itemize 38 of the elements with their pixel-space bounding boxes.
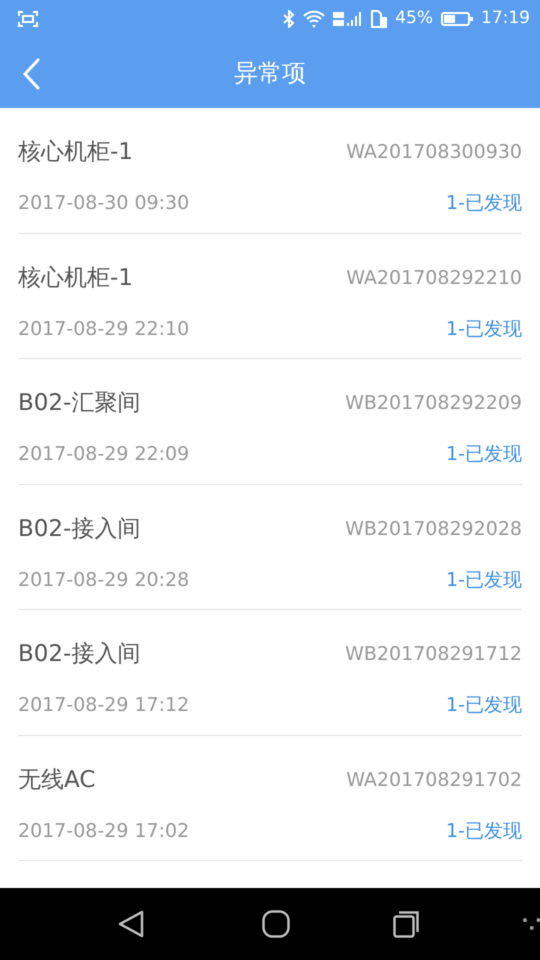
record-code: WA201708291702 (346, 768, 522, 792)
record-status: 1-已发现 (446, 818, 522, 844)
record-status: 1-已发现 (446, 568, 522, 592)
record-code: WA201708292210 (346, 266, 522, 290)
battery-percent: 45% (395, 7, 433, 30)
record-code: WB201708292028 (345, 516, 522, 542)
wifi-icon (303, 10, 326, 28)
screenshot-icon (18, 11, 38, 27)
page-title: 异常项 (234, 58, 306, 89)
record-status: 1-已发现 (446, 693, 522, 718)
record-time: 2017-08-29 22:09 (18, 442, 190, 467)
record-status: 1-已发现 (446, 191, 522, 216)
location-name: B02-接入间 (18, 640, 140, 668)
record-time: 2017-08-30 09:30 (18, 191, 190, 216)
back-icon[interactable] (118, 910, 144, 938)
location-name: 无线AC (18, 766, 96, 794)
location-name: B02-接入间 (18, 514, 140, 542)
location-name: 核心机柜-1 (18, 138, 133, 166)
home-icon[interactable] (262, 910, 290, 938)
battery-icon (441, 11, 473, 27)
record-time: 2017-08-29 22:10 (18, 316, 190, 342)
recent-apps-icon[interactable] (393, 910, 420, 938)
record-code: WA201708300930 (346, 140, 522, 165)
record-status: 1-已发现 (446, 316, 522, 342)
location-name: B02-汇聚间 (18, 389, 140, 417)
clock-time: 17:19 (481, 7, 530, 30)
record-time: 2017-08-29 17:02 (18, 818, 190, 844)
location-name: 核心机柜-1 (18, 264, 133, 292)
record-status: 1-已发现 (446, 442, 522, 467)
bluetooth-icon (283, 10, 296, 28)
record-code: WB201708291712 (345, 642, 522, 667)
record-time: 2017-08-29 17:12 (18, 693, 190, 718)
signal-icon (333, 10, 364, 28)
record-time: 2017-08-29 20:28 (18, 568, 190, 592)
back-button[interactable] (22, 58, 40, 90)
sim-card-icon (371, 10, 388, 28)
dots-icon[interactable] (522, 918, 540, 930)
record-code: WB201708292209 (345, 391, 522, 416)
